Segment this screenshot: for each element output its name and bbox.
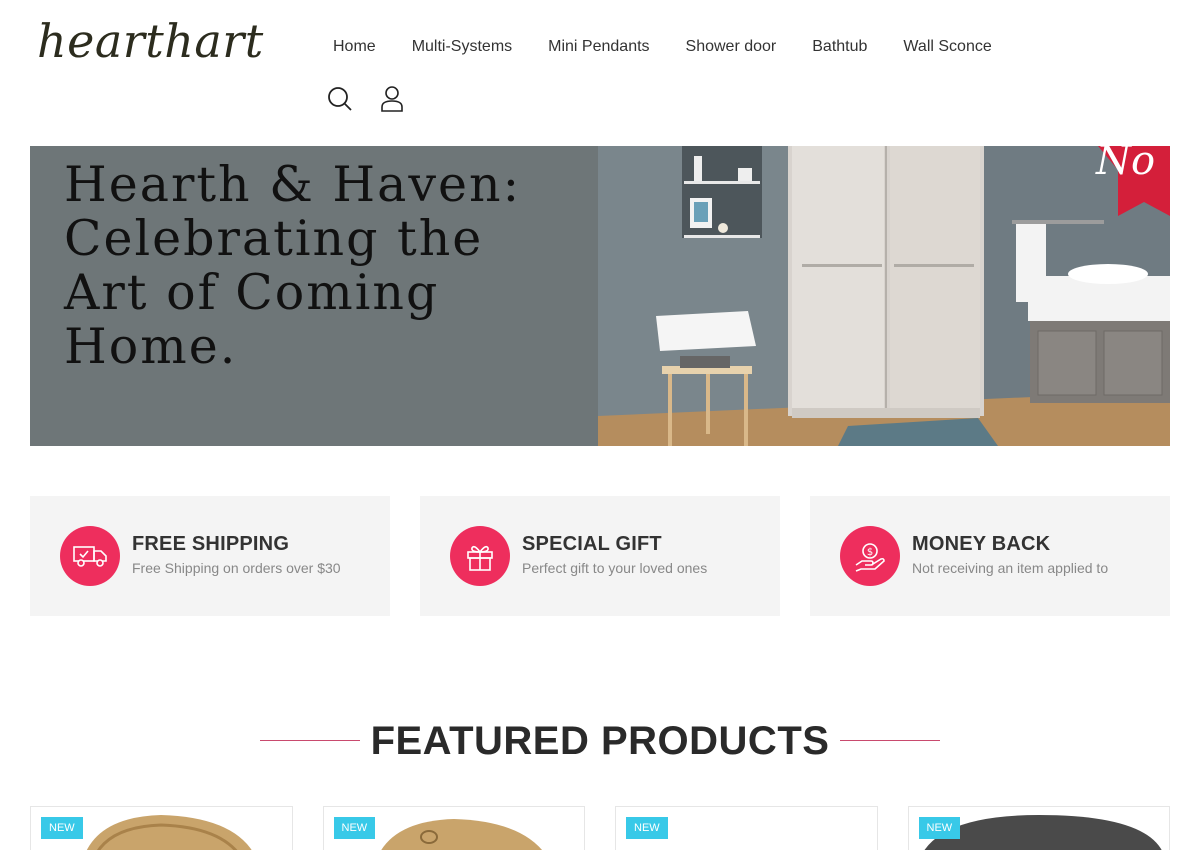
product-card[interactable]: NEW	[30, 806, 293, 850]
header-actions	[327, 85, 405, 113]
nav-mini-pendants[interactable]: Mini Pendants	[530, 36, 667, 58]
features-row: FREE SHIPPING Free Shipping on orders ov…	[30, 496, 1170, 616]
product-card[interactable]: NEW	[322, 806, 585, 850]
feature-desc: Free Shipping on orders over $30	[132, 560, 341, 576]
product-grid: NEW NEW NEW NEW	[30, 806, 1170, 850]
nav-shower-door[interactable]: Shower door	[668, 36, 795, 58]
nav-wall-sconce[interactable]: Wall Sconce	[885, 36, 1009, 58]
gift-icon	[450, 526, 510, 586]
product-card[interactable]: NEW	[907, 806, 1170, 850]
hero-text-panel: Hearth & Haven: Celebrating the Art of C…	[30, 146, 598, 446]
svg-text:$: $	[867, 547, 873, 558]
hero-banner[interactable]: Hearth & Haven: Celebrating the Art of C…	[30, 146, 1170, 446]
nav-bathtub[interactable]: Bathtub	[794, 36, 885, 58]
site-logo[interactable]: hearthart	[37, 14, 264, 68]
section-title: FEATURED PRODUCTS	[370, 719, 830, 763]
feature-special-gift: SPECIAL GIFT Perfect gift to your loved …	[420, 496, 780, 616]
feature-title: MONEY BACK	[912, 533, 1051, 555]
main-nav: Home Multi-Systems Mini Pendants Shower …	[315, 36, 1010, 58]
user-icon[interactable]	[379, 85, 405, 113]
truck-icon	[60, 526, 120, 586]
feature-title: SPECIAL GIFT	[522, 533, 662, 555]
feature-free-shipping: FREE SHIPPING Free Shipping on orders ov…	[30, 496, 390, 616]
new-badge: NEW	[41, 817, 83, 839]
nav-home[interactable]: Home	[315, 36, 394, 58]
nav-multi-systems[interactable]: Multi-Systems	[394, 36, 530, 58]
money-hand-icon: $	[840, 526, 900, 586]
new-badge: NEW	[333, 817, 376, 839]
feature-desc: Perfect gift to your loved ones	[522, 560, 708, 576]
hero-ribbon-text: No	[1095, 146, 1155, 184]
feature-desc: Not receiving an item applied to	[912, 560, 1109, 576]
feature-title: FREE SHIPPING	[132, 533, 290, 555]
feature-money-back: $ MONEY BACK Not receiving an item appli…	[810, 496, 1170, 616]
featured-products-heading: FEATURED PRODUCTS	[260, 716, 940, 766]
heading-divider-right	[840, 740, 940, 741]
new-badge: NEW	[626, 817, 668, 839]
hero-bathroom-image: No	[598, 146, 1170, 446]
new-badge: NEW	[918, 817, 961, 839]
search-icon[interactable]	[327, 85, 353, 113]
hero-title: Hearth & Haven: Celebrating the Art of C…	[64, 156, 522, 375]
site-header: hearthart Home Multi-Systems Mini Pendan…	[0, 0, 1200, 146]
product-card[interactable]: NEW	[615, 806, 878, 850]
